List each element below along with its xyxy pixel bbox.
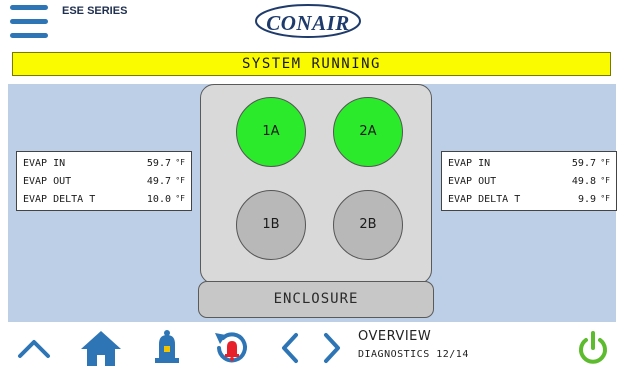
evap-unit: °F — [175, 194, 185, 203]
evap-value: 49.7 — [146, 176, 171, 187]
evap-unit: °F — [175, 176, 185, 185]
circuit-2a-button[interactable]: 2A — [333, 97, 403, 167]
evap-left-panel: EVAP IN 59.7 °F EVAP OUT 49.7 °F EVAP DE… — [16, 151, 192, 211]
alarm-history-icon[interactable] — [211, 327, 253, 369]
evap-label: EVAP OUT — [23, 176, 72, 187]
evap-row: EVAP IN 59.7 °F — [448, 158, 610, 172]
top-bar: ESE SERIES CONAIR — [0, 0, 619, 44]
evap-row: EVAP OUT 49.8 °F — [448, 176, 610, 190]
bell-icon[interactable] — [150, 328, 184, 368]
power-icon[interactable] — [576, 330, 610, 366]
chevron-left-icon[interactable] — [278, 331, 302, 365]
evap-row: EVAP DELTA T 9.9 °F — [448, 194, 610, 208]
evap-value: 9.9 — [577, 194, 596, 205]
home-icon[interactable] — [80, 329, 122, 367]
circuit-2b-button[interactable]: 2B — [333, 190, 403, 260]
screen-subtitle: DIAGNOSTICS 12/14 — [358, 349, 469, 360]
circuit-1a-button[interactable]: 1A — [236, 97, 306, 167]
evap-row: EVAP IN 59.7 °F — [23, 158, 185, 172]
evap-label: EVAP IN — [448, 158, 491, 169]
series-label: ESE SERIES — [62, 5, 128, 17]
evap-value: 49.8 — [571, 176, 596, 187]
evap-label: EVAP OUT — [448, 176, 497, 187]
status-banner: SYSTEM RUNNING — [12, 52, 611, 76]
evap-value: 59.7 — [146, 158, 171, 169]
evap-row: EVAP DELTA T 10.0 °F — [23, 194, 185, 208]
conair-logo: CONAIR — [254, 3, 362, 39]
logo-text: CONAIR — [266, 11, 350, 35]
evap-unit: °F — [600, 158, 610, 167]
hamburger-menu-icon[interactable] — [10, 2, 50, 42]
evap-row: EVAP OUT 49.7 °F — [23, 176, 185, 190]
evap-value: 59.7 — [571, 158, 596, 169]
chevron-right-icon[interactable] — [320, 331, 344, 365]
evap-label: EVAP DELTA T — [448, 194, 521, 205]
evap-value: 10.0 — [146, 194, 171, 205]
bottom-nav-bar: OVERVIEW DIAGNOSTICS 12/14 — [0, 322, 619, 372]
evap-right-panel: EVAP IN 59.7 °F EVAP OUT 49.8 °F EVAP DE… — [441, 151, 617, 211]
evap-unit: °F — [175, 158, 185, 167]
circuit-1b-button[interactable]: 1B — [236, 190, 306, 260]
screen-title: OVERVIEW — [358, 329, 432, 344]
enclosure-button[interactable]: ENCLOSURE — [198, 281, 434, 318]
evap-label: EVAP DELTA T — [23, 194, 96, 205]
chevron-up-icon[interactable] — [16, 332, 52, 362]
evap-unit: °F — [600, 194, 610, 203]
evap-label: EVAP IN — [23, 158, 66, 169]
evap-unit: °F — [600, 176, 610, 185]
